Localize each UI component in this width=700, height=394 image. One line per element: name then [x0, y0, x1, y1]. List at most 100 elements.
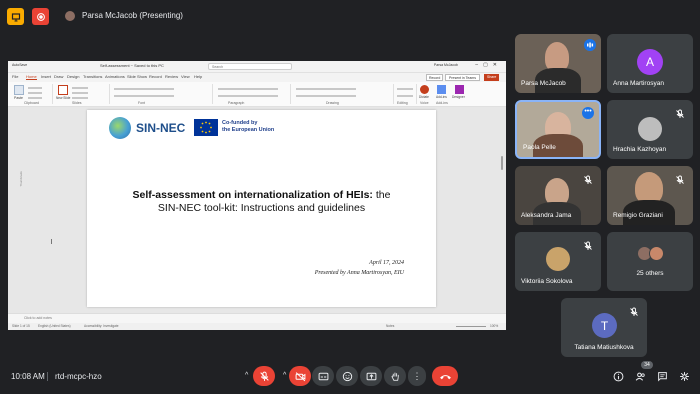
- participant-name: Aleksandra Jama: [521, 212, 572, 219]
- status-notes[interactable]: Notes: [386, 324, 394, 328]
- others-tile[interactable]: 25 others: [607, 232, 693, 291]
- ribbon-item: [397, 95, 413, 97]
- window-controls[interactable]: –▢✕: [475, 62, 502, 68]
- paste-label: Paste: [14, 96, 23, 100]
- participant-tile[interactable]: ••• Paola Pelle: [515, 100, 601, 159]
- status-language[interactable]: English (United States): [38, 324, 71, 328]
- slides-app-icon[interactable]: [7, 8, 24, 25]
- ribbon-item: [218, 95, 278, 97]
- notes-placeholder[interactable]: Click to add notes: [24, 316, 52, 320]
- menu-slideshow[interactable]: Slide Show: [127, 74, 147, 79]
- powerpoint-titlebar: AutoSave Self-assessment ~ Saved to this…: [8, 61, 506, 73]
- participant-tile[interactable]: T Tatiana Matiushkova: [561, 298, 647, 357]
- participant-tile[interactable]: Aleksandra Jama: [515, 166, 601, 225]
- participant-tile[interactable]: A Anna Martirosyan: [607, 34, 693, 93]
- slide-title-bold: Self-assessment on internationalization …: [132, 189, 373, 201]
- presenter-avatar: [65, 11, 75, 21]
- vertical-scrollbar[interactable]: [501, 156, 503, 170]
- sin-nec-logo-icon: [109, 117, 131, 139]
- ribbon-item: [114, 88, 174, 90]
- menu-draw[interactable]: Draw: [54, 74, 63, 79]
- avatar: [649, 246, 664, 261]
- present-now-button[interactable]: [360, 366, 382, 386]
- ribbon-separator: [52, 84, 53, 104]
- menu-record[interactable]: Record: [149, 74, 162, 79]
- presentation-stage[interactable]: AutoSave Self-assessment ~ Saved to this…: [8, 61, 506, 330]
- document-title: Self-assessment ~ Saved to this PC: [100, 63, 164, 68]
- addins-label: Add-ins: [436, 95, 447, 99]
- chevron-up-icon[interactable]: ^: [283, 372, 286, 379]
- camera-button[interactable]: [289, 366, 311, 386]
- people-icon[interactable]: [634, 370, 646, 382]
- zoom-slider[interactable]: [456, 326, 486, 327]
- status-zoom[interactable]: 100%: [490, 324, 498, 328]
- share-button[interactable]: Share: [484, 74, 500, 81]
- status-accessibility[interactable]: Accessibility: Investigate: [84, 324, 119, 328]
- microphone-button[interactable]: [253, 366, 275, 386]
- menu-file[interactable]: File: [12, 74, 18, 79]
- activities-icon[interactable]: [678, 370, 690, 382]
- slide-title-rest: the: [372, 189, 391, 201]
- mic-off-icon: [629, 304, 639, 316]
- mic-off-icon: [583, 238, 593, 250]
- powerpoint-search[interactable]: Search: [208, 63, 292, 70]
- notes-pane[interactable]: Click to add notes: [8, 313, 506, 323]
- bottom-bar: 10:08 AM rtd-mcpc-hzo ^ ^ ⋮ 34: [0, 358, 700, 394]
- menu-transitions[interactable]: Transitions: [83, 74, 102, 79]
- ribbon-separator: [393, 84, 394, 104]
- menu-insert[interactable]: Insert: [41, 74, 51, 79]
- slide-date: April 17, 2024: [369, 260, 404, 266]
- menu-home[interactable]: Home: [26, 74, 37, 80]
- avatar: [546, 247, 570, 271]
- meeting-details-icon[interactable]: [612, 370, 624, 382]
- participant-name: Anna Martirosyan: [613, 80, 664, 87]
- top-bar: Parsa McJacob (Presenting): [0, 0, 700, 34]
- dictate-label: Dictate: [419, 95, 429, 99]
- slide-title-line2: SIN-NEC tool-kit: Instructions and guide…: [157, 202, 366, 214]
- menu-help[interactable]: Help: [194, 74, 202, 79]
- ribbon-group-paragraph: Paragraph: [228, 101, 245, 105]
- meeting-code: rtd-mcpc-hzo: [55, 372, 102, 381]
- recording-icon[interactable]: [32, 8, 49, 25]
- menu-design[interactable]: Design: [67, 74, 79, 79]
- new-slide-icon[interactable]: [58, 85, 68, 95]
- ribbon-separator: [212, 84, 213, 104]
- participant-tile[interactable]: Remigio Graziani: [607, 166, 693, 225]
- others-count: 25 others: [636, 270, 664, 277]
- menu-animations[interactable]: Animations: [105, 74, 125, 79]
- menu-view[interactable]: View: [181, 74, 190, 79]
- presenting-label: Parsa McJacob (Presenting): [82, 11, 183, 20]
- thumbnails-label[interactable]: Thumbnails: [19, 171, 23, 187]
- designer-label: Designer: [452, 95, 465, 99]
- slide-presenter: Presented by Anna Martirosyan, EIU: [314, 270, 404, 276]
- ribbon-separator: [416, 84, 417, 104]
- dictate-icon[interactable]: [420, 85, 429, 94]
- ribbon-item: [72, 97, 88, 99]
- menu-review[interactable]: Review: [165, 74, 178, 79]
- participant-tile[interactable]: Parsa McJacob: [515, 34, 601, 93]
- leave-call-button[interactable]: [432, 366, 458, 386]
- participant-tile[interactable]: Viktoriia Sokolova: [515, 232, 601, 291]
- participant-tile[interactable]: Hrachia Kazhoyan: [607, 100, 693, 159]
- hang-up-icon: [439, 374, 451, 379]
- raise-hand-button[interactable]: [384, 366, 406, 386]
- addins-icon[interactable]: [437, 85, 446, 94]
- more-options-button[interactable]: ⋮: [408, 366, 426, 386]
- ribbon-item: [28, 97, 42, 99]
- participant-name: Tatiana Matiushkova: [574, 344, 634, 351]
- present-in-teams-button[interactable]: Present in Teams: [445, 74, 480, 81]
- designer-icon[interactable]: [455, 85, 464, 94]
- status-slide-count: Slide 1 of 15: [12, 324, 30, 328]
- new-slide-label: New Slide: [56, 96, 71, 100]
- current-slide[interactable]: SIN-NEC Co-funded by the European Union …: [87, 110, 436, 307]
- participant-name: Remigio Graziani: [613, 212, 663, 219]
- paste-icon[interactable]: [14, 85, 24, 95]
- chat-icon[interactable]: [656, 370, 668, 382]
- captions-button[interactable]: [312, 366, 334, 386]
- reactions-button[interactable]: [336, 366, 358, 386]
- autosave-label[interactable]: AutoSave: [12, 63, 27, 67]
- record-button[interactable]: Record: [426, 74, 444, 81]
- more-options-icon[interactable]: •••: [582, 107, 594, 119]
- chevron-up-icon[interactable]: ^: [245, 372, 248, 379]
- meet-window: Parsa McJacob (Presenting) AutoSave Self…: [0, 0, 700, 394]
